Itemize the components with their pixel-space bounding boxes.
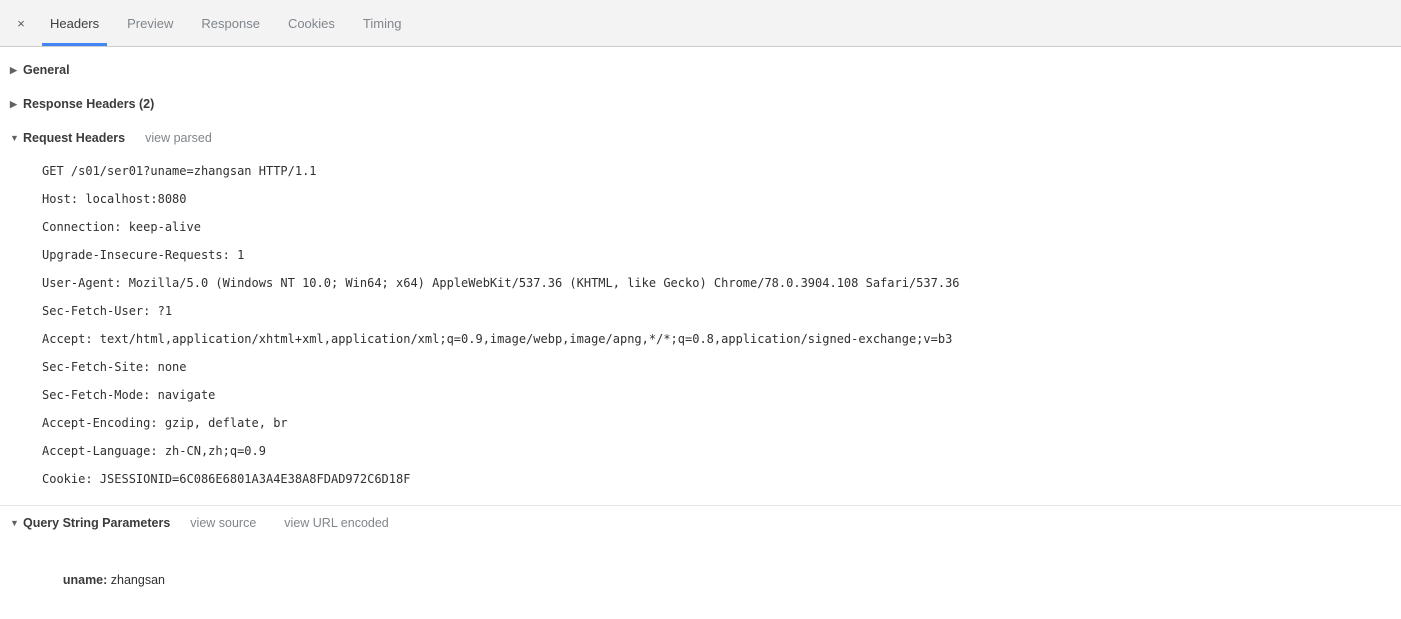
tab-timing-label: Timing <box>362 15 402 31</box>
devtools-tabbar: × Headers Preview Response Cookies Timin… <box>0 0 1401 47</box>
chevron-right-icon: ▶ <box>10 64 17 75</box>
section-general[interactable]: ▶ General <box>0 53 1401 87</box>
request-header-row: GET /s01/ser01?uname=zhangsan HTTP/1.1 <box>42 164 317 178</box>
view-url-encoded-link[interactable]: view URL encoded <box>284 516 388 530</box>
query-parameter-row: uname: zhangsan <box>0 541 1401 587</box>
section-request-headers-title: Request Headers <box>23 131 126 145</box>
request-header-row: Sec-Fetch-Mode: navigate <box>42 388 216 402</box>
tab-response-label: Response <box>201 15 260 31</box>
query-parameter-value: zhangsan <box>107 573 165 587</box>
request-header-row: Sec-Fetch-Site: none <box>42 360 187 374</box>
tab-cookies-label: Cookies <box>287 15 335 31</box>
chevron-right-icon: ▶ <box>10 98 17 109</box>
request-header-row: Accept-Language: zh-CN,zh;q=0.9 <box>42 444 266 458</box>
request-header-row: Sec-Fetch-User: ?1 <box>42 304 173 318</box>
tab-response[interactable]: Response <box>187 0 274 46</box>
headers-content: ▶ General ▶ Response Headers (2) ▼ Reque… <box>0 47 1401 587</box>
tab-cookies[interactable]: Cookies <box>274 0 349 46</box>
tab-preview[interactable]: Preview <box>113 0 187 46</box>
tab-timing[interactable]: Timing <box>349 0 416 46</box>
section-general-title: General <box>23 63 70 77</box>
section-query-string-parameters[interactable]: ▼ Query String Parameters view source vi… <box>0 505 1401 540</box>
tab-preview-label: Preview <box>127 15 174 31</box>
query-parameter-name: uname: <box>62 573 108 587</box>
section-response-headers-title: Response Headers (2) <box>23 97 155 111</box>
section-request-headers[interactable]: ▼ Request Headers view parsed <box>0 121 1401 155</box>
chevron-down-icon: ▼ <box>10 132 19 143</box>
section-response-headers[interactable]: ▶ Response Headers (2) <box>0 87 1401 121</box>
request-headers-raw-list: GET /s01/ser01?uname=zhangsan HTTP/1.1 H… <box>0 155 1401 497</box>
request-header-row: Cookie: JSESSIONID=6C086E6801A3A4E38A8FD… <box>42 472 411 486</box>
request-header-row: Accept-Encoding: gzip, deflate, br <box>42 416 288 430</box>
request-header-row: User-Agent: Mozilla/5.0 (Windows NT 10.0… <box>42 276 960 290</box>
view-parsed-link[interactable]: view parsed <box>145 131 212 145</box>
request-header-row: Accept: text/html,application/xhtml+xml,… <box>42 332 953 346</box>
query-parameter-list: uname: zhangsan <box>0 540 1401 587</box>
view-source-link[interactable]: view source <box>190 516 256 530</box>
section-query-string-parameters-title: Query String Parameters <box>23 516 171 530</box>
request-header-row: Upgrade-Insecure-Requests: 1 <box>42 248 245 262</box>
close-icon[interactable]: × <box>8 0 34 46</box>
tab-headers-label: Headers <box>50 15 100 31</box>
tab-headers[interactable]: Headers <box>36 0 113 46</box>
request-header-row: Host: localhost:8080 <box>42 192 187 206</box>
chevron-down-icon: ▼ <box>10 517 19 528</box>
request-header-row: Connection: keep-alive <box>42 220 201 234</box>
